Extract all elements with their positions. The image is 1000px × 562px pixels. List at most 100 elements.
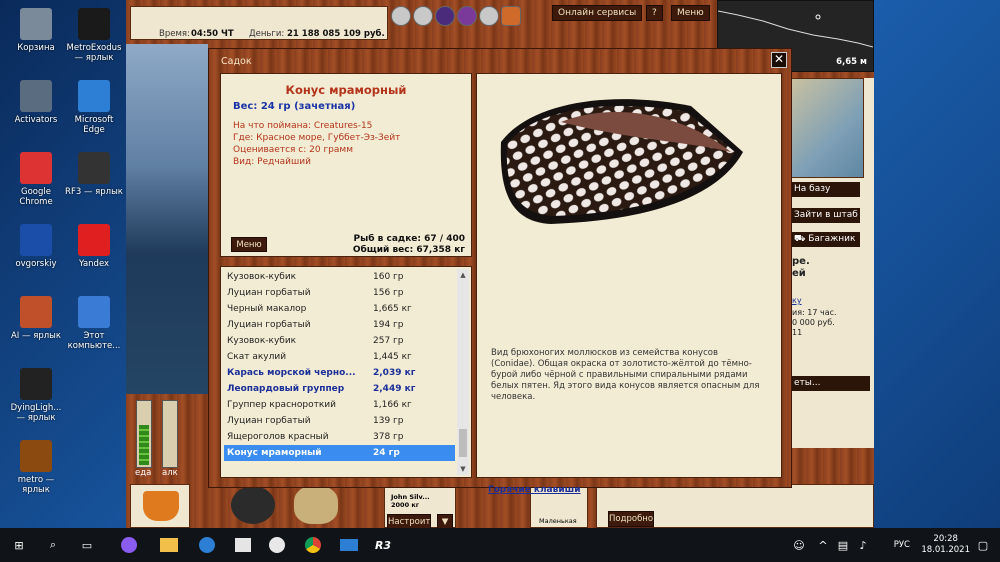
pot-icon[interactable] [231, 486, 275, 524]
potion-icon[interactable] [435, 6, 455, 26]
people-icon[interactable]: ☺ [788, 535, 810, 555]
location-map[interactable] [790, 78, 864, 178]
catch-fish-weight: 139 гр [373, 416, 404, 426]
bottle-icon[interactable] [501, 6, 521, 26]
start-icon[interactable]: ⊞ [8, 535, 30, 555]
task-view-icon[interactable]: ▭ [76, 535, 98, 555]
input-language[interactable]: РУС [894, 540, 910, 550]
details-button[interactable]: Подробно [608, 511, 654, 527]
shortcut-label: Этот компьюте... [67, 331, 121, 351]
shortcut-icon [78, 296, 110, 328]
desktop-shortcut[interactable]: metro — ярлык [6, 440, 66, 495]
catch-fish-name: Луциан горбатый [227, 416, 311, 426]
catch-list-row[interactable]: Кузовок-кубик 160 гр [224, 269, 455, 285]
catch-fish-weight: 156 гр [373, 288, 404, 298]
desktop-shortcut[interactable]: Microsoft Edge [64, 80, 124, 135]
online-services-button[interactable]: Онлайн сервисы [552, 5, 643, 21]
fish-place: Где: Красное море, Губбет-Эз-Зейт [233, 133, 401, 143]
desktop-shortcut[interactable]: DyingLigh... — ярлык [6, 368, 66, 423]
rf3-icon[interactable]: R3 [372, 535, 394, 555]
catch-fish-name: Карась морской черно... [227, 368, 356, 378]
trunk-button[interactable]: ⛟ Багажник [790, 232, 860, 247]
potion-icon[interactable] [391, 6, 411, 26]
catch-list-row[interactable]: Черный макалор 1,665 кг [224, 301, 455, 317]
fish-name: Конус мраморный [285, 83, 407, 97]
shortcut-label: DyingLigh... — ярлык [10, 403, 62, 423]
to-hq-button[interactable]: Зайти в штаб [790, 208, 860, 223]
yandex-icon[interactable] [266, 535, 288, 555]
menu-button[interactable]: Меню [671, 5, 710, 21]
catch-list-row[interactable]: Карась морской черно... 2,039 кг [224, 365, 455, 381]
notifications-icon[interactable]: ▢ [972, 535, 994, 555]
side-link[interactable]: ку [792, 296, 802, 305]
hotkeys-link[interactable]: Горячие клавиши [488, 485, 581, 495]
alice-icon[interactable] [118, 535, 140, 555]
desktop-shortcut[interactable]: AI — ярлык [6, 296, 66, 341]
catch-list-row[interactable]: Луциан горбатый 139 гр [224, 413, 455, 429]
shortcut-icon [78, 152, 110, 184]
desktop-shortcut[interactable]: Этот компьюте... [64, 296, 124, 351]
scroll-thumb[interactable] [459, 429, 467, 457]
store-icon[interactable] [232, 535, 254, 555]
catch-fish-name: Черный макалор [227, 304, 307, 314]
side-text: ей [792, 268, 806, 279]
catch-list-scrollbar[interactable]: ▲ ▼ [457, 269, 469, 475]
shortcut-icon [78, 80, 110, 112]
catch-list-row[interactable]: Кузовок-кубик 257 гр [224, 333, 455, 349]
close-icon[interactable]: ✕ [771, 52, 787, 68]
help-button[interactable]: ? [646, 5, 663, 21]
tray-arrow-icon[interactable]: ^ [812, 535, 834, 555]
catch-list: Кузовок-кубик 160 гр Луциан горбатый 156 гр… [220, 266, 472, 478]
side-button[interactable]: еты... [790, 376, 870, 391]
side-text: 11 [792, 328, 803, 337]
shortcut-icon [78, 224, 110, 256]
catch-list-row[interactable]: Группер краснороткий 1,166 кг [224, 397, 455, 413]
shortcut-icon [20, 440, 52, 472]
status-bar: Время: 04:50 ЧТ Деньги: 21 188 085 109 р… [130, 6, 388, 40]
mail-icon[interactable] [338, 535, 360, 555]
net-icon[interactable] [294, 486, 338, 524]
catch-list-row[interactable]: Луциан горбатый 194 гр [224, 317, 455, 333]
catch-fish-name: Луциан горбатый [227, 320, 311, 330]
shortcut-label: Корзина [17, 43, 55, 53]
dialog-menu-button[interactable]: Меню [231, 237, 267, 252]
explorer-icon[interactable] [158, 535, 180, 555]
time-label: Время: [159, 29, 190, 39]
scroll-up-icon[interactable]: ▲ [457, 269, 469, 281]
bucket-slot[interactable] [130, 484, 190, 528]
catch-list-row[interactable]: Скат акулий 1,445 кг [224, 349, 455, 365]
shortcut-icon [78, 8, 110, 40]
tackle-name: John Silv... [391, 493, 430, 501]
desktop-shortcut[interactable]: Activators [6, 80, 66, 125]
search-icon[interactable]: ⌕ [42, 535, 64, 555]
desktop-shortcut[interactable]: RF3 — ярлык [64, 152, 124, 197]
depth-value: 6,65 м [836, 57, 867, 67]
catch-list-row[interactable]: Луциан горбатый 156 гр [224, 285, 455, 301]
catch-fish-name: Леопардовый группер [227, 384, 345, 394]
catch-list-row[interactable]: Ящероголов красный 378 гр [224, 429, 455, 445]
keepnet-dialog: Садок ✕ Конус мраморный Вес: 24 гр (заче… [208, 48, 792, 495]
total-weight: Общий вес: 67,358 кг [352, 245, 465, 255]
desktop-shortcut[interactable]: ovgorskiy [6, 224, 66, 269]
desktop-shortcut[interactable]: Yandex [64, 224, 124, 269]
volume-icon[interactable]: ♪ [852, 535, 874, 555]
potion-icon[interactable] [479, 6, 499, 26]
shortcut-label: MetroExodus — ярлык [66, 43, 122, 63]
catch-fish-weight: 1,445 кг [373, 352, 412, 362]
network-icon[interactable]: ▤ [832, 535, 854, 555]
edge-icon[interactable] [196, 535, 218, 555]
desktop-shortcut[interactable]: Корзина [6, 8, 66, 53]
desktop-shortcut[interactable]: Google Chrome [6, 152, 66, 207]
scroll-down-icon[interactable]: ▼ [457, 463, 469, 475]
cone-shell-image [500, 99, 743, 224]
catch-list-row[interactable]: Леопардовый группер 2,449 кг [224, 381, 455, 397]
catch-list-row[interactable]: Конус мраморный 24 гр [224, 445, 455, 461]
clock-date: 18.01.2021 [921, 545, 970, 555]
potion-icon[interactable] [413, 6, 433, 26]
clock[interactable]: 20:28 18.01.2021 [921, 534, 970, 556]
trunk-icon: ⛟ [794, 234, 809, 244]
to-base-button[interactable]: На базу [790, 182, 860, 197]
chrome-icon[interactable] [302, 535, 324, 555]
potion-icon[interactable] [457, 6, 477, 26]
desktop-shortcut[interactable]: MetroExodus — ярлык [64, 8, 124, 63]
